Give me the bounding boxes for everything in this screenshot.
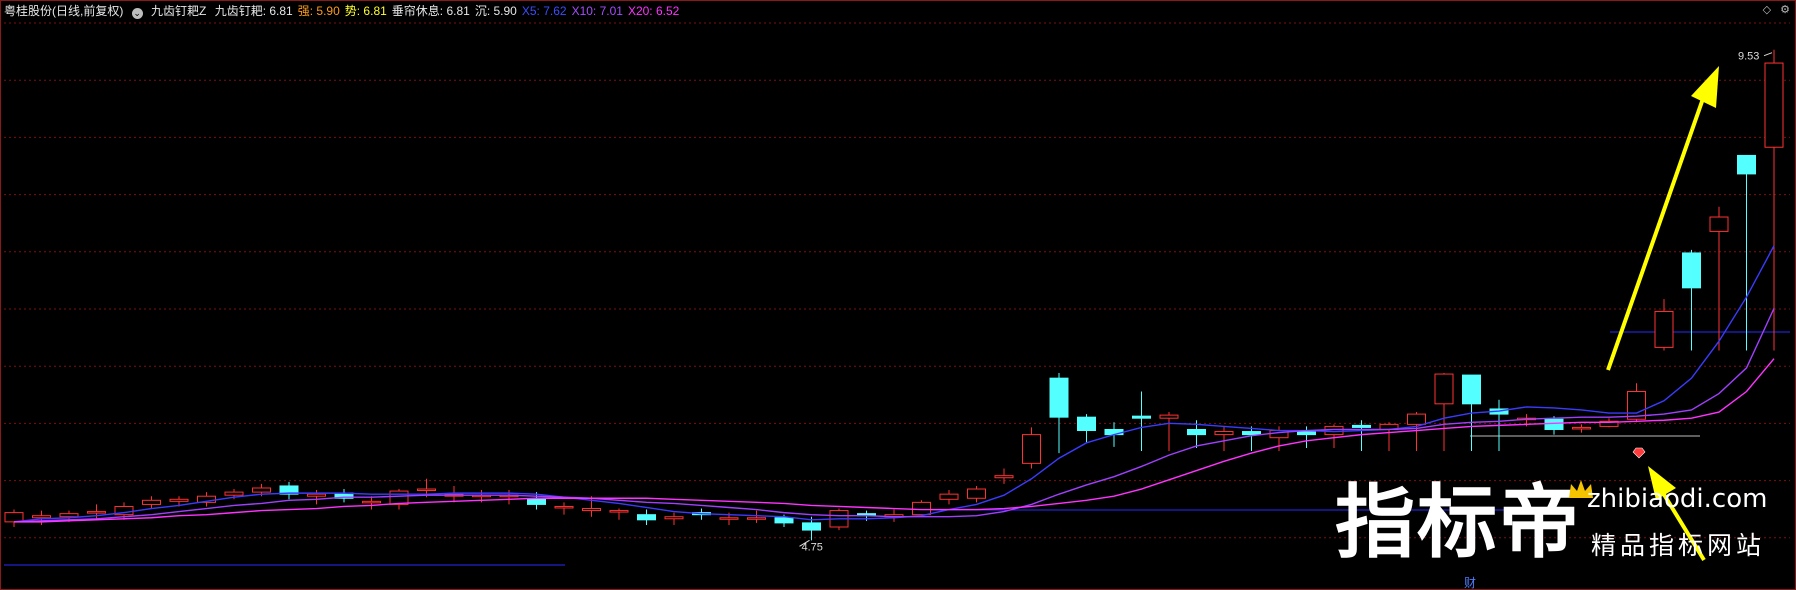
diamond-icon[interactable]: ◇ [1763,4,1771,16]
candle-body [1214,431,1234,436]
indicator-value-7: X20: 6.52 [627,4,680,18]
candle-body [1682,252,1701,289]
candle-body [582,508,601,512]
candle-body [307,493,326,497]
candle-body [527,498,546,505]
candle-body [1462,374,1481,405]
candle-body [802,522,821,531]
candle-body [417,488,436,492]
candle-body [1434,373,1454,405]
signal-diamond-icon [1632,447,1646,459]
indicator-value-3: 垂帘休息: 6.81 [391,4,470,18]
candle-body [169,498,189,502]
candle-body [1764,62,1784,148]
watermark-domain: zhibiaodi.com [1587,484,1768,514]
candle-body [719,517,739,520]
candle-body [609,510,629,513]
candle-body [1049,377,1069,418]
top-right-controls: ◇ ⚙ [1757,3,1790,16]
candle-body [554,505,574,509]
candle-body [87,511,106,514]
min-price-label: 4.75 [802,541,823,553]
chevron-circle-icon[interactable]: ⌄ [131,8,143,19]
candle-body [1242,431,1261,436]
candle-body [912,501,931,516]
candle-body [1297,431,1316,436]
watermark-brand: 指标帝 [1335,476,1581,569]
indicator-name[interactable]: 九齿钉耙Z [151,4,206,18]
up-trend-arrow-head [1691,66,1719,108]
candle-body [1737,154,1756,175]
candle-body [1352,424,1371,428]
indicator-header: 粤桂股份(日线,前复权) ⌄ 九齿钉耙Z 九齿钉耙: 6.81 强: 5.90 势:… [4,2,689,20]
candle-body [637,514,656,521]
indicator-values: 九齿钉耙: 6.81 强: 5.90 势: 6.81 垂帘休息: 6.81 沉: 5.9… [215,4,685,18]
indicator-value-2: 势: 6.81 [344,4,387,18]
candle-body [389,490,409,505]
candle-body [1159,414,1179,419]
candle-body [967,488,986,499]
candle-body [939,493,959,500]
candle-body [252,487,271,493]
candle-body [59,513,79,518]
candle-body [1407,413,1426,425]
indicator-value-5: X5: 7.62 [521,4,567,18]
max-price-pointer [1763,52,1773,57]
watermark-logo: 指标帝 zhibiaodi.com 精品指标网站 [1335,478,1795,588]
stock-title[interactable]: 粤桂股份(日线,前复权) [4,4,123,18]
candle-body [224,491,244,496]
indicator-value-0: 九齿钉耙: 6.81 [214,4,293,18]
max-price-label: 9.53 [1738,51,1759,63]
candle-body [1324,425,1344,436]
candle-body [142,499,161,505]
candle-body [1077,416,1096,432]
indicator-value-1: 强: 5.90 [297,4,340,18]
candle-body [1572,426,1591,430]
candle-body [1132,415,1151,419]
candle-body [994,475,1014,479]
candle-body [774,517,794,524]
candle-body [1104,428,1124,436]
candle-body [1187,428,1206,436]
watermark-tagline: 精品指标网站 [1591,531,1766,560]
candle-body [32,515,51,519]
candle-body [747,517,766,520]
candle-body [1709,216,1729,232]
candle-body [1654,310,1674,348]
gear-icon[interactable]: ⚙ [1780,4,1790,16]
candle-body [664,516,684,520]
candle-body [1544,418,1564,430]
candle-body [1022,434,1041,464]
candle-body [362,500,381,504]
indicator-value-6: X10: 7.01 [571,4,623,18]
indicator-value-4: 沉: 5.90 [474,4,517,18]
